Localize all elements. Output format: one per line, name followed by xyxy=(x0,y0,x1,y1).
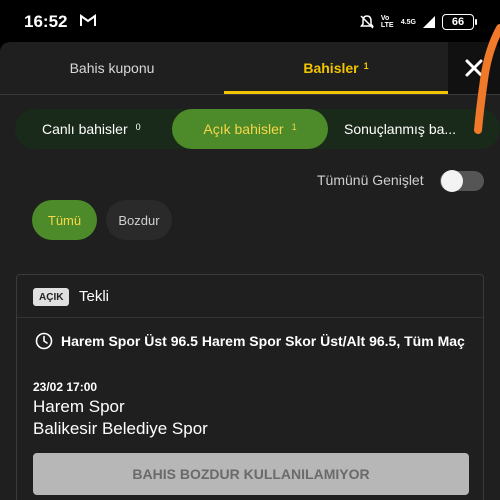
tab-bet-coupon[interactable]: Bahis kuponu xyxy=(0,42,224,94)
chip-all[interactable]: Tümü xyxy=(32,200,97,240)
tab-bets[interactable]: Bahisler 1 xyxy=(224,42,448,94)
cashout-unavailable-button[interactable]: BAHIS BOZDUR KULLANILAMIYOR xyxy=(33,453,469,495)
filter-open-bets-label: Açık bahisler xyxy=(203,121,284,137)
status-time: 16:52 xyxy=(24,12,68,31)
away-team: Balikesir Belediye Spor xyxy=(33,419,208,438)
chip-cashout[interactable]: Bozdur xyxy=(106,200,172,240)
signal-icon xyxy=(423,16,435,28)
bet-sheet: Bahis kuponu Bahisler 1 Canlı bahisler 0… xyxy=(0,42,500,500)
clock-icon xyxy=(35,332,53,350)
tab-bets-count: 1 xyxy=(363,61,369,71)
chip-all-label: Tümü xyxy=(47,212,82,228)
bet-card[interactable]: AÇIK Tekli Harem Spor Üst 96.5 Harem Spo… xyxy=(16,274,484,500)
filter-live-bets-count: 0 xyxy=(135,122,141,132)
battery-level: 66 xyxy=(451,16,465,28)
filter-open-bets[interactable]: Açık bahisler 1 xyxy=(172,109,328,149)
status-bar: 16:52 Vo LTE 4.5G 66 xyxy=(0,0,500,44)
match-datetime: 23/02 17:00 xyxy=(33,380,98,394)
filter-live-bets-label: Canlı bahisler xyxy=(42,121,128,137)
filter-settled-bets[interactable]: Sonuçlanmış ba... xyxy=(344,109,456,149)
tab-bets-label: Bahisler xyxy=(303,60,359,76)
close-icon xyxy=(465,59,483,77)
tab-bar: Bahis kuponu Bahisler 1 xyxy=(0,42,448,94)
home-team: Harem Spor xyxy=(33,397,125,416)
filter-settled-bets-label: Sonuçlanmış ba... xyxy=(344,121,457,137)
expand-all-toggle[interactable] xyxy=(440,170,484,192)
card-divider xyxy=(17,317,483,318)
cashout-button-label: BAHIS BOZDUR KULLANILAMIYOR xyxy=(132,466,370,482)
close-button[interactable] xyxy=(448,42,500,94)
tab-bet-coupon-label: Bahis kuponu xyxy=(69,60,155,76)
volte-indicator: Vo LTE xyxy=(380,15,394,29)
bet-type: Tekli xyxy=(79,288,110,305)
status-badge: AÇIK xyxy=(33,288,70,306)
chip-cashout-label: Bozdur xyxy=(118,212,160,228)
toggle-knob xyxy=(441,170,463,192)
expand-all-label: Tümünü Genişlet xyxy=(317,172,424,188)
filter-live-bets[interactable]: Canlı bahisler 0 xyxy=(42,109,141,149)
gmail-icon xyxy=(80,14,96,26)
tab-divider xyxy=(0,94,500,95)
battery-indicator: 66 xyxy=(442,14,477,30)
network-type: 4.5G xyxy=(400,18,416,26)
bet-status-filter: Canlı bahisler 0 Açık bahisler 1 Sonuçla… xyxy=(15,109,500,149)
filter-open-bets-count: 1 xyxy=(291,122,297,132)
bell-off-icon xyxy=(359,15,374,29)
bet-market: Harem Spor Üst 96.5 Harem Spor Skor Üst/… xyxy=(61,333,465,349)
status-icons: Vo LTE 4.5G 66 xyxy=(359,12,477,32)
